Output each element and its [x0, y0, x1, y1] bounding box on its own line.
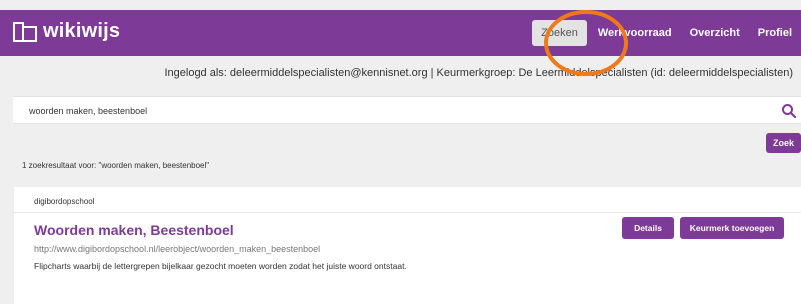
search-input[interactable] — [29, 102, 749, 120]
result-card: digibordopschool Woorden maken, Beestenb… — [14, 187, 801, 304]
result-description: Flipcharts waarbij de lettergrepen bijel… — [34, 261, 407, 271]
logo-text: wikiwijs — [43, 20, 121, 42]
search-button[interactable]: Zoek — [766, 133, 801, 153]
search-icon[interactable] — [781, 103, 797, 119]
top-navbar: wikiwijs Zoeken Werkvoorraad Overzicht P… — [0, 10, 801, 56]
nav-item-overzicht[interactable]: Overzicht — [681, 20, 749, 46]
nav-item-profiel[interactable]: Profiel — [749, 20, 801, 46]
result-url[interactable]: http://www.digibordopschool.nl/leerobjec… — [34, 244, 320, 254]
divider — [14, 212, 801, 213]
logo[interactable]: wikiwijs — [12, 20, 120, 43]
login-info: Ingelogd als: deleermiddelspecialisten@k… — [164, 67, 793, 79]
results-summary: 1 zoekresultaat voor: "woorden maken, be… — [22, 161, 210, 170]
nav-item-zoeken[interactable]: Zoeken — [532, 20, 587, 46]
wikiwijs-logo-icon — [12, 21, 38, 43]
details-button[interactable]: Details — [622, 217, 674, 239]
add-keurmerk-button[interactable]: Keurmerk toevoegen — [680, 217, 784, 239]
search-bar — [13, 96, 801, 124]
result-source: digibordopschool — [34, 197, 95, 206]
result-title[interactable]: Woorden maken, Beestenboel — [34, 222, 234, 238]
main-nav: Zoeken Werkvoorraad Overzicht Profiel — [532, 10, 801, 56]
nav-item-werkvoorraad[interactable]: Werkvoorraad — [589, 20, 681, 46]
